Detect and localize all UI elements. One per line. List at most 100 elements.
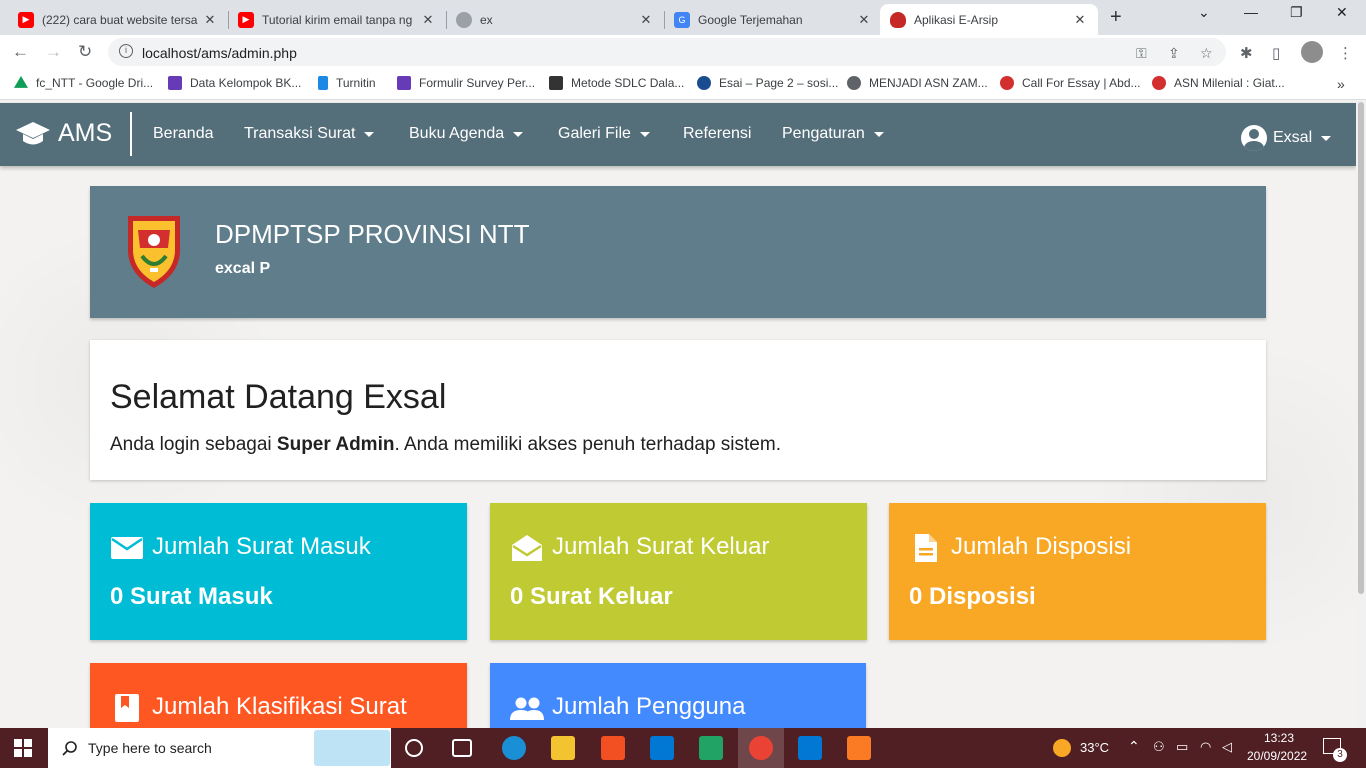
search-icon <box>62 741 77 756</box>
browser-tab-active[interactable]: Aplikasi E-Arsip ✕ <box>880 4 1098 35</box>
close-window-icon[interactable]: ✕ <box>1336 4 1348 21</box>
institution-name: DPMPTSP PROVINSI NTT <box>215 219 530 249</box>
welcome-title: Selamat Datang Exsal <box>110 378 447 416</box>
app-icon[interactable] <box>699 736 723 760</box>
stat-card-klasifikasi-surat[interactable]: Jumlah Klasifikasi Surat <box>90 663 467 728</box>
bookmarks-bar: fc_NTT - Google Dri... Data Kelompok BK.… <box>0 69 1366 100</box>
browser-tab[interactable]: ▶ (222) cara buat website tersa ✕ <box>8 4 228 35</box>
nav-galeri-file[interactable]: Galeri File <box>558 125 650 143</box>
ms-store-icon[interactable] <box>601 736 625 760</box>
nav-referensi[interactable]: Referensi <box>683 125 751 143</box>
clock-date[interactable]: 20/09/2022 <box>1247 749 1307 763</box>
bookmark-item[interactable]: Call For Essay | Abd... <box>1000 76 1141 90</box>
bookmark-item[interactable]: Esai – Page 2 – sosi... <box>697 76 838 90</box>
tab-title: (222) cara buat website tersa <box>42 12 198 27</box>
g-icon <box>549 76 563 90</box>
avatar-icon <box>456 11 472 28</box>
stat-card-pengguna[interactable]: Jumlah Pengguna <box>490 663 866 728</box>
caret-down-icon <box>639 131 650 137</box>
more-bookmarks-icon[interactable]: » <box>1337 76 1345 92</box>
bookmark-item[interactable]: Metode SDLC Dala... <box>549 76 684 90</box>
windows-start-icon[interactable] <box>14 739 32 757</box>
browser-tab[interactable]: ex ✕ <box>446 4 664 35</box>
bookmark-item[interactable]: fc_NTT - Google Dri... <box>14 76 153 90</box>
form-icon <box>397 76 411 90</box>
chrome-icon[interactable] <box>749 736 773 760</box>
edge-icon[interactable] <box>502 736 526 760</box>
mail-icon <box>111 537 143 559</box>
browser-tab[interactable]: G Google Terjemahan ✕ <box>664 4 882 35</box>
scrollbar-thumb[interactable] <box>1358 102 1364 594</box>
account-circle-icon <box>1241 125 1267 151</box>
address-bar[interactable]: i localhost/ams/admin.php ⚿ ⇪ ☆ <box>108 38 1226 66</box>
tab-title: Google Terjemahan <box>698 12 803 27</box>
nav-label: Pengaturan <box>782 125 865 142</box>
extensions-icon[interactable]: ✱ <box>1240 44 1253 62</box>
close-tab-icon[interactable]: ✕ <box>202 12 218 28</box>
bookmark-label: Call For Essay | Abd... <box>1022 76 1141 90</box>
weather-temp[interactable]: 33°C <box>1080 740 1109 755</box>
welcome-text: Anda login sebagai Super Admin. Anda mem… <box>110 434 781 456</box>
stat-card-surat-keluar[interactable]: Jumlah Surat Keluar 0 Surat Keluar <box>490 503 867 640</box>
stat-card-disposisi[interactable]: Jumlah Disposisi 0 Disposisi <box>889 503 1266 640</box>
reload-icon[interactable]: ↻ <box>78 42 92 62</box>
caret-down-icon <box>1321 135 1332 141</box>
close-tab-icon[interactable]: ✕ <box>420 12 436 28</box>
task-view-icon[interactable] <box>405 739 423 757</box>
nav-beranda[interactable]: Beranda <box>153 125 214 143</box>
nav-label: Referensi <box>683 125 752 142</box>
profile-avatar[interactable] <box>1301 41 1323 63</box>
stat-card-surat-masuk[interactable]: Jumlah Surat Masuk 0 Surat Masuk <box>90 503 467 640</box>
share-icon[interactable]: ⇪ <box>1168 45 1180 62</box>
nav-pengaturan[interactable]: Pengaturan <box>782 125 884 143</box>
bookmark-item[interactable]: ASN Milenial : Giat... <box>1152 76 1285 90</box>
brand[interactable]: AMS <box>16 119 112 148</box>
chevron-up-icon[interactable]: ⌃ <box>1128 738 1140 755</box>
nav-transaksi-surat[interactable]: Transaksi Surat <box>244 125 375 143</box>
user-menu[interactable]: Exsal <box>1241 125 1332 151</box>
battery-icon[interactable]: ▭ <box>1176 739 1188 755</box>
forward-icon[interactable]: → <box>45 42 62 62</box>
key-icon[interactable]: ⚿ <box>1136 45 1147 62</box>
minimize-icon[interactable]: — <box>1244 4 1258 20</box>
page-scrollbar[interactable] <box>1356 100 1366 728</box>
brand-name: AMS <box>58 119 113 147</box>
side-panel-icon[interactable]: ▯ <box>1272 44 1280 62</box>
close-tab-icon[interactable]: ✕ <box>1072 12 1088 28</box>
xampp-icon[interactable] <box>847 736 871 760</box>
user-role: Super Admin <box>276 434 395 455</box>
file-explorer-icon[interactable] <box>551 736 575 760</box>
site-info-icon[interactable]: i <box>119 44 133 58</box>
weather-sun-icon[interactable] <box>1053 739 1071 757</box>
caret-down-icon <box>364 131 375 137</box>
tab-search-icon[interactable]: ⌄ <box>1198 4 1210 21</box>
close-tab-icon[interactable]: ✕ <box>638 12 654 28</box>
mail-app-icon[interactable] <box>650 736 674 760</box>
network-icon[interactable]: ⚇ <box>1153 739 1165 755</box>
welcome-text-suffix: . Anda memiliki akses penuh terhadap sis… <box>394 434 781 455</box>
bookmark-item[interactable]: MENJADI ASN ZAM... <box>847 76 988 90</box>
widgets-icon[interactable] <box>452 739 472 757</box>
bookmark-item[interactable]: Formulir Survey Per... <box>397 76 535 90</box>
restore-icon[interactable]: ❐ <box>1290 4 1303 21</box>
bookmark-item[interactable]: Data Kelompok BK... <box>168 76 301 90</box>
bookmark-item[interactable]: Turnitin <box>318 76 376 90</box>
close-tab-icon[interactable]: ✕ <box>856 12 872 28</box>
vscode-icon[interactable] <box>798 736 822 760</box>
globe-icon <box>847 76 861 90</box>
taskbar-search-box[interactable]: Type here to search <box>48 728 391 768</box>
browser-tab[interactable]: ▶ Tutorial kirim email tanpa ng ✕ <box>228 4 446 35</box>
bookmark-label: Metode SDLC Dala... <box>571 76 685 90</box>
clock-time[interactable]: 13:23 <box>1264 731 1294 745</box>
url-text[interactable]: localhost/ams/admin.php <box>142 45 297 61</box>
new-tab-icon[interactable]: + <box>1110 6 1122 29</box>
menu-icon[interactable]: ⋮ <box>1338 44 1353 62</box>
stat-value: 0 Surat Keluar <box>510 583 673 610</box>
volume-icon[interactable]: ◁ <box>1222 739 1232 755</box>
ntt-emblem-logo <box>128 216 180 288</box>
wifi-icon[interactable]: ◠ <box>1200 739 1211 755</box>
back-icon[interactable]: ← <box>12 42 29 62</box>
star-icon[interactable]: ☆ <box>1200 45 1213 62</box>
search-highlight-image <box>314 730 390 766</box>
nav-buku-agenda[interactable]: Buku Agenda <box>409 125 524 143</box>
